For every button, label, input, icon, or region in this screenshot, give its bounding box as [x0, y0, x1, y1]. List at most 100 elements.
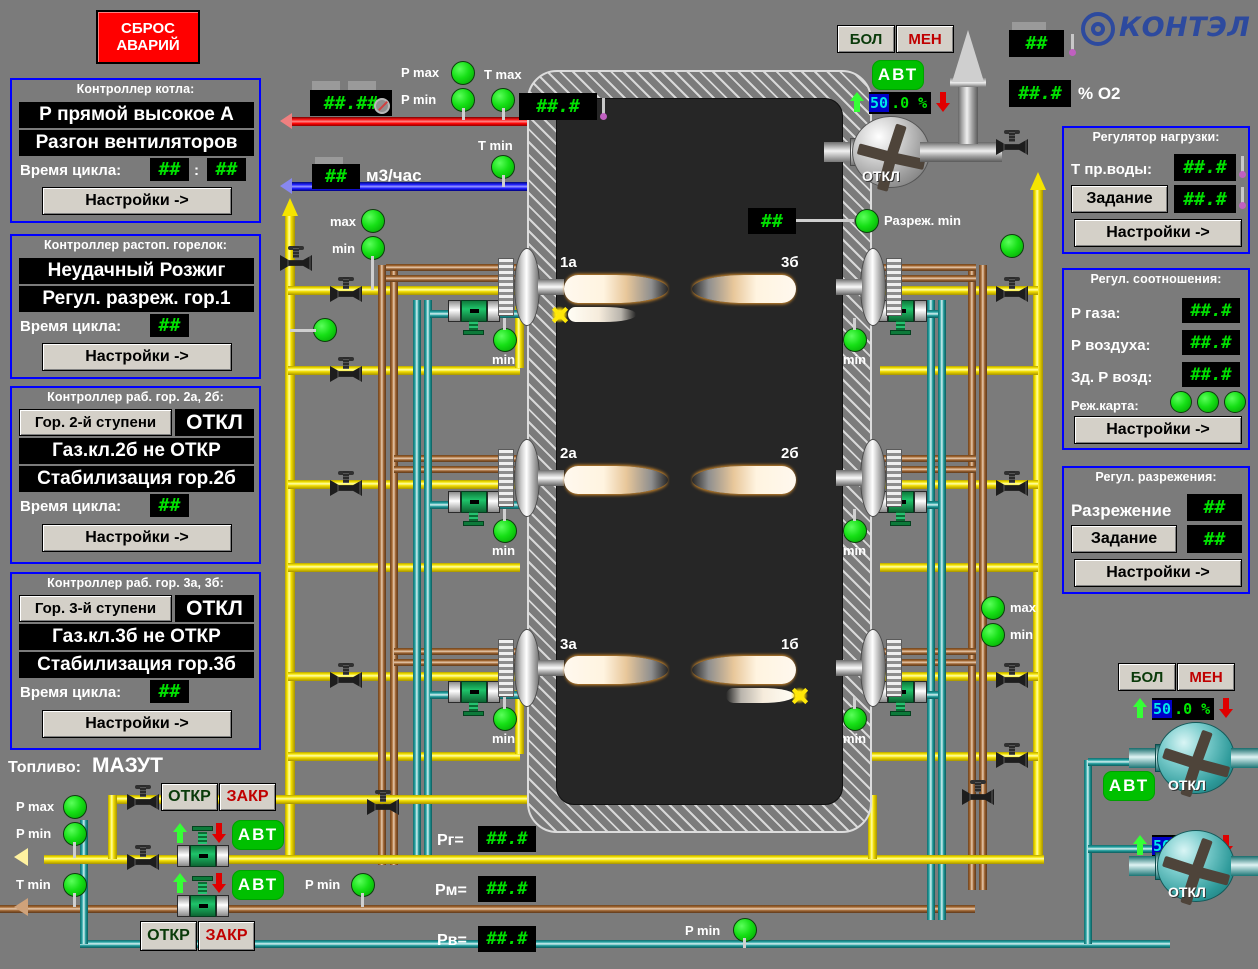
- manual-valve-gas-2b[interactable]: [993, 471, 1031, 497]
- mazut-valve-mode[interactable]: АВТ: [232, 870, 284, 900]
- manual-valve-gas-3b[interactable]: [993, 277, 1031, 303]
- cycle-time-value-2: ##: [207, 158, 246, 181]
- manual-valve-gas-left-top[interactable]: [277, 246, 315, 272]
- fan-outlet-duct: [1231, 748, 1258, 768]
- thermometer-icon: [600, 98, 607, 122]
- control-valve-gas-main[interactable]: [177, 826, 229, 867]
- gas-increase-arrow-icon[interactable]: [173, 823, 187, 843]
- manual-valve-gas-bottom-left[interactable]: [364, 790, 402, 816]
- manual-valve-gas-bottom-right[interactable]: [959, 780, 997, 806]
- manual-valve-gas-1b[interactable]: [993, 663, 1031, 689]
- mazut-open-button[interactable]: ОТКР: [140, 921, 197, 951]
- burner-min-lamp-2b: [843, 519, 867, 543]
- mazut-trunk-left-1: [378, 265, 386, 865]
- cycle-time-value-1: ##: [150, 314, 189, 337]
- smoke-fan-mode[interactable]: АВТ: [872, 60, 924, 90]
- manual-valve-gas-main[interactable]: [124, 845, 162, 871]
- bol-button-blowers[interactable]: БОЛ: [1118, 663, 1176, 691]
- settings-button[interactable]: Настройки ->: [42, 187, 232, 215]
- blower-fans-mode[interactable]: АВТ: [1103, 771, 1155, 801]
- setpoint-button[interactable]: Задание: [1071, 525, 1177, 553]
- gas-feeder-2a: [288, 480, 520, 489]
- settings-button[interactable]: Настройки ->: [1074, 219, 1242, 247]
- control-valve-mazut-main[interactable]: [177, 876, 229, 917]
- settings-button[interactable]: Настройки ->: [42, 710, 232, 738]
- fan1-decrease-arrow-icon[interactable]: [1219, 698, 1233, 718]
- stage-toggle-button[interactable]: Гор. 2-й ступени: [19, 409, 172, 436]
- blower-fan1-percent: 50 .0 %: [1152, 698, 1214, 720]
- setpoint-button[interactable]: Задание: [1071, 185, 1168, 213]
- burner-flame-2b: [692, 466, 796, 494]
- control-valve-air-2a[interactable]: [448, 491, 500, 526]
- lamp-stem: [73, 842, 76, 858]
- settings-button[interactable]: Настройки ->: [42, 343, 232, 371]
- men-button-smoke[interactable]: МЕН: [896, 25, 954, 53]
- manual-valve-gas-1a[interactable]: [327, 277, 365, 303]
- cycle-time-value-1: ##: [150, 494, 189, 517]
- logo-wordmark: КОНТЭЛ: [1119, 12, 1251, 43]
- alarm-reset-button[interactable]: СБРОС АВАРИЙ: [96, 10, 200, 64]
- panel-draft-regulator: Регул. разрежения: Разрежение ## Задание…: [1062, 466, 1250, 594]
- manual-valve-gas-1b-lower[interactable]: [993, 743, 1031, 769]
- burner-min-label-2b: min: [843, 543, 867, 558]
- mazut-trunk-left-2: [390, 265, 398, 865]
- regime-map-label: Реж.карта:: [1071, 398, 1139, 413]
- air-pressure-label: Р воздуха:: [1071, 337, 1151, 354]
- panel-title: Контроллер котла:: [76, 82, 195, 96]
- fan-outlet-duct: [1231, 856, 1258, 876]
- air-trunk-left-2: [424, 300, 432, 860]
- air-min-label-left: min: [332, 241, 356, 256]
- manual-valve-gas-supply[interactable]: [124, 785, 162, 811]
- lamp-stem: [853, 697, 856, 709]
- settings-button[interactable]: Настройки ->: [42, 524, 232, 552]
- burner-nozzle-2a: [538, 470, 564, 486]
- mazut-close-button[interactable]: ЗАКР: [198, 921, 255, 951]
- mazut-increase-arrow-icon[interactable]: [173, 873, 187, 893]
- manual-valve-gas-3b-lower[interactable]: [993, 130, 1031, 156]
- decrease-arrow-icon-smoke[interactable]: [936, 92, 950, 112]
- thermometer-icon: [1069, 34, 1076, 58]
- boiler-outlet-temp-display: ##.#: [519, 93, 597, 120]
- settings-button[interactable]: Настройки ->: [1074, 416, 1242, 444]
- burner-mount-3b: [860, 248, 886, 326]
- lamp-stem: [743, 938, 746, 948]
- fan1-increase-arrow-icon[interactable]: [1133, 698, 1147, 718]
- fuel-value: МАЗУТ: [92, 754, 163, 777]
- gas-open-button[interactable]: ОТКР: [161, 783, 218, 811]
- smoke-fan-state: ОТКЛ: [862, 168, 900, 184]
- burner-nozzle-2b: [836, 470, 862, 486]
- control-valve-air-3a[interactable]: [448, 681, 500, 716]
- burner-number-3b: 3б: [781, 254, 799, 271]
- draft-min-label: Разреж. min: [884, 213, 961, 228]
- cycle-time-separator: :: [194, 162, 199, 179]
- exhaust-duct-horizontal: [920, 142, 1002, 162]
- settings-button[interactable]: Настройки ->: [1074, 559, 1242, 587]
- tag-cap: [348, 81, 376, 90]
- percent-integer: 50: [1152, 700, 1173, 718]
- burner-number-2b: 2б: [781, 445, 799, 462]
- gas-trunk-left-vertical: [285, 215, 295, 860]
- manual-valve-gas-3a[interactable]: [327, 663, 365, 689]
- blower-fan2-state: ОТКЛ: [1168, 884, 1206, 900]
- men-button-blowers[interactable]: МЕН: [1177, 663, 1235, 691]
- manual-valve-gas-2a[interactable]: [327, 471, 365, 497]
- stage-toggle-button[interactable]: Гор. 3-й ступени: [19, 595, 172, 622]
- increase-arrow-icon-smoke[interactable]: [850, 92, 864, 112]
- burner-mount-1b: [860, 629, 886, 707]
- gas-close-button[interactable]: ЗАКР: [219, 783, 276, 811]
- panel-burner-controller-3a-3b: Контроллер раб. гор. 3а, 3б: Гор. 3-й ст…: [10, 572, 261, 750]
- control-valve-air-1a[interactable]: [448, 300, 500, 335]
- panel-ignition-burner-controller: Контроллер растоп. горелок: Неудачный Ро…: [10, 234, 261, 379]
- burner-min-lamp-3a: [493, 707, 517, 731]
- gas-decrease-arrow-icon[interactable]: [212, 823, 226, 843]
- gas-valve-mode[interactable]: АВТ: [232, 820, 284, 850]
- manual-valve-gas-1a-lower[interactable]: [327, 357, 365, 383]
- gas-feeder-3a: [288, 672, 520, 681]
- fan2-increase-arrow-icon[interactable]: [1133, 835, 1147, 855]
- burner-min-lamp-2a: [493, 519, 517, 543]
- bol-button-smoke[interactable]: БОЛ: [837, 25, 895, 53]
- mazut-return-bottom: [0, 905, 975, 913]
- burner-flame-2a: [564, 466, 668, 494]
- pmax-lamp: [451, 61, 475, 85]
- mazut-decrease-arrow-icon[interactable]: [212, 873, 226, 893]
